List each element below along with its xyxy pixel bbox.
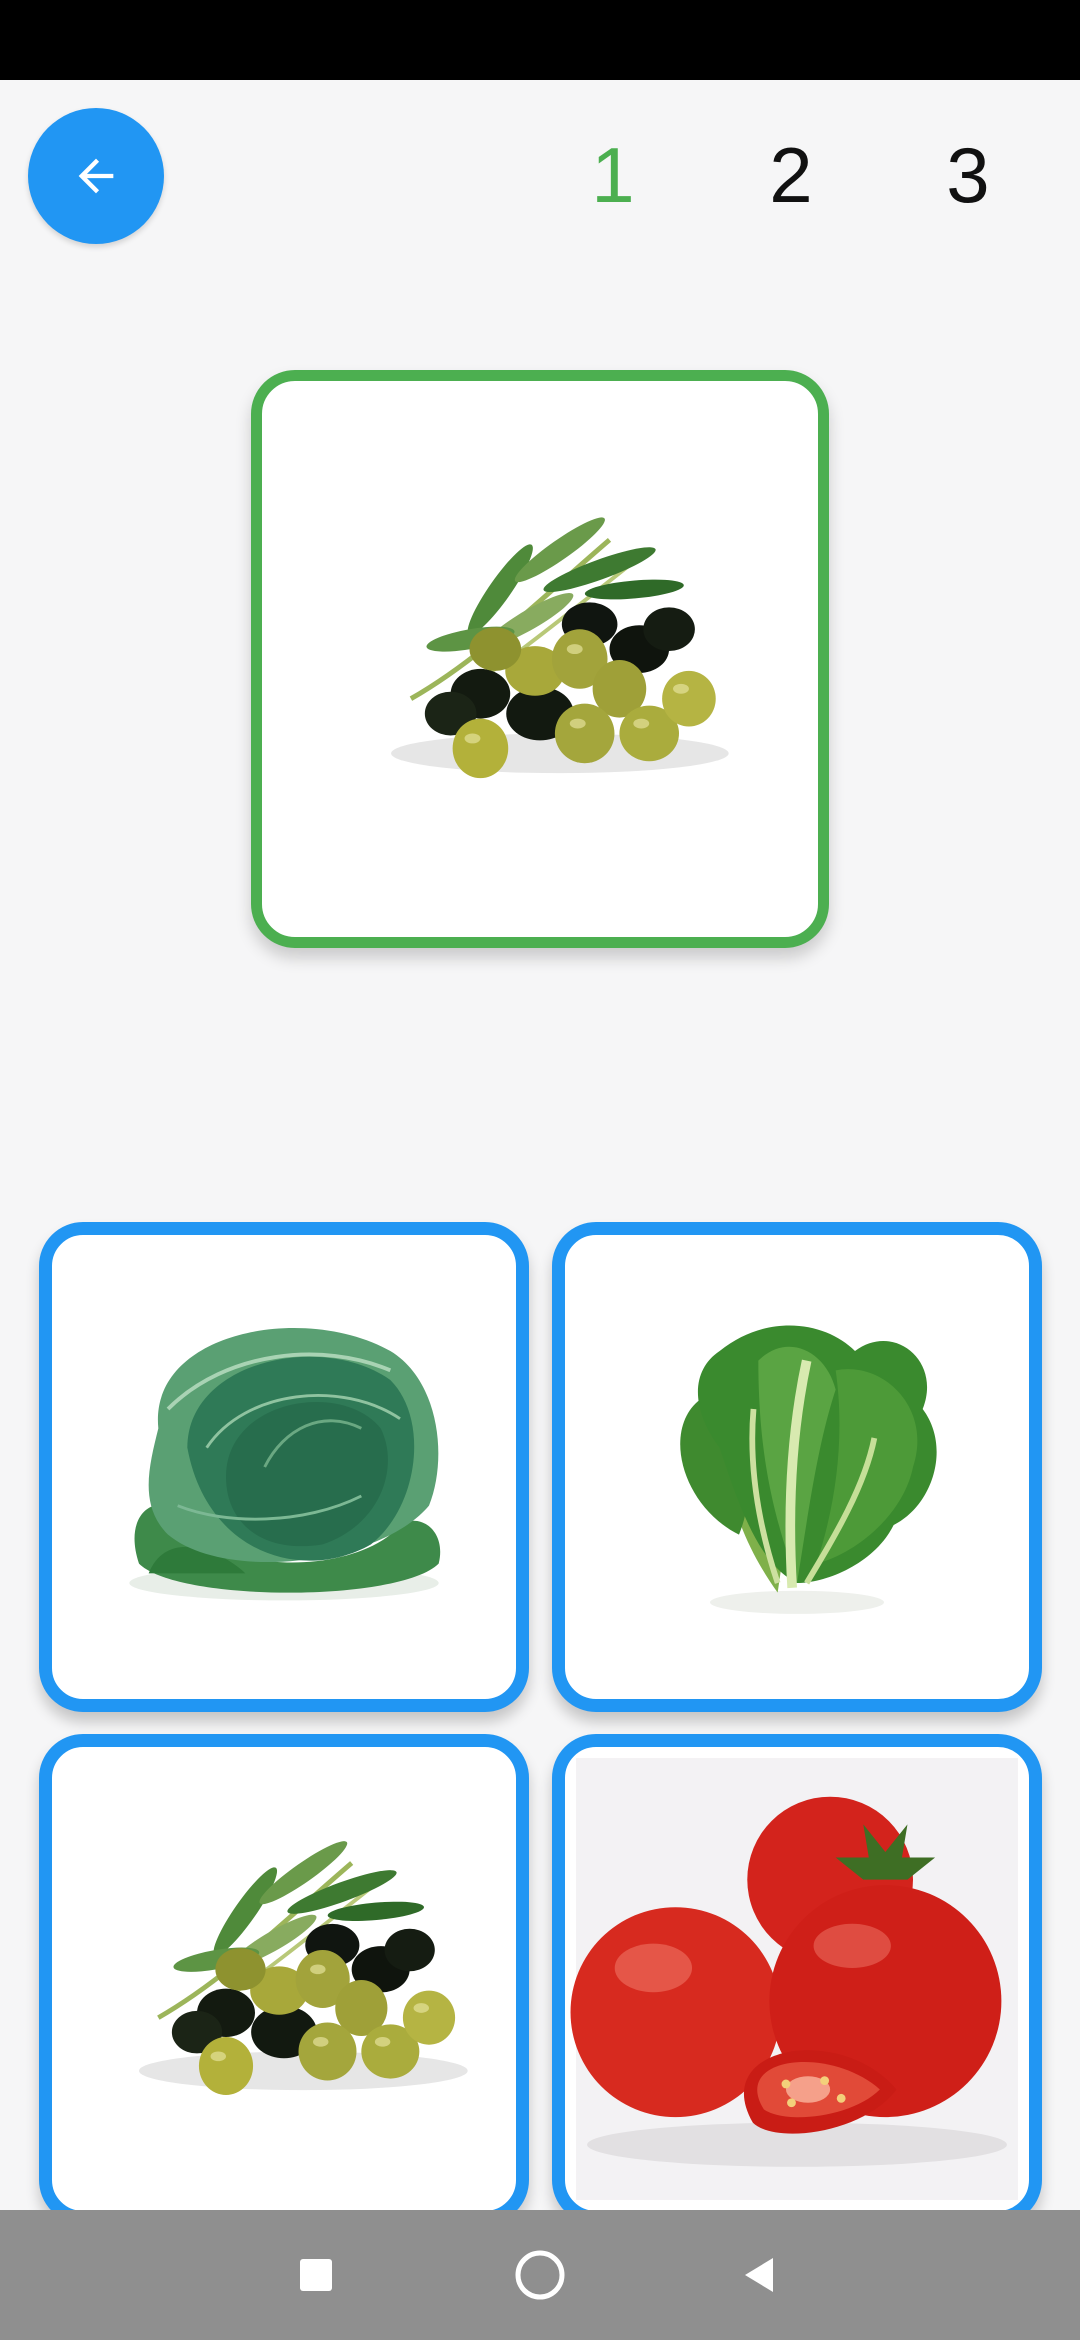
lettuce-illustration [565,1235,1029,1699]
option-card-olives[interactable] [39,1734,529,2224]
system-back-button[interactable] [724,2240,794,2310]
step-1[interactable]: 1 [573,120,653,230]
step-indicator: 1 2 3 [0,120,1080,230]
option-card-lettuce[interactable] [552,1222,1042,1712]
olives-illustration [262,381,818,937]
step-2[interactable]: 2 [751,120,831,230]
status-bar [0,0,1080,80]
option-card-cabbage[interactable] [39,1222,529,1712]
recent-apps-button[interactable] [281,2240,351,2310]
square-icon [300,2259,332,2291]
olives-illustration [52,1747,516,2211]
circle-icon [515,2250,565,2300]
cabbage-illustration [127,1326,443,1603]
target-card [251,370,829,948]
home-button[interactable] [505,2240,575,2310]
option-card-tomatoes[interactable] [552,1734,1042,2224]
step-3[interactable]: 3 [928,120,1008,230]
system-nav-bar [0,2210,1080,2340]
tomatoes-illustration [570,1758,1018,2200]
triangle-back-icon [745,2258,773,2292]
